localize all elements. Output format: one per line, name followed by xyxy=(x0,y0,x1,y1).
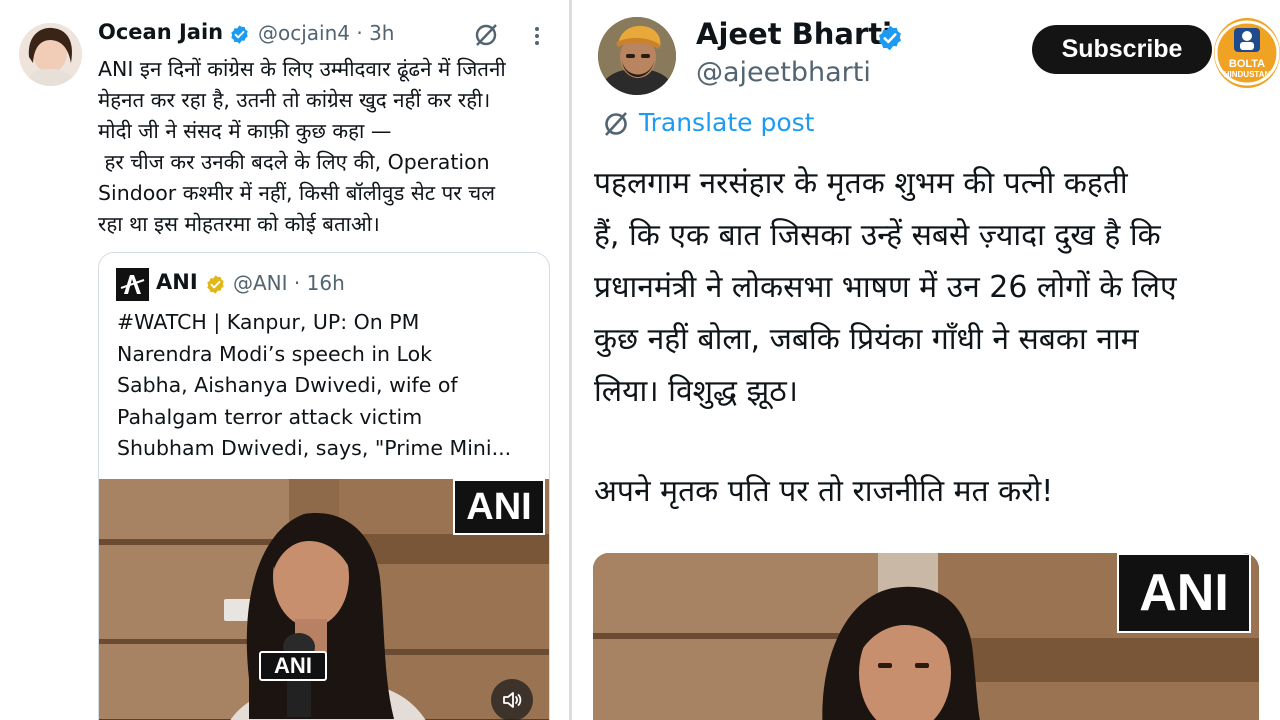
left-author-name[interactable]: Ocean Jain xyxy=(98,20,223,44)
subscribe-button[interactable]: Subscribe xyxy=(1032,25,1212,74)
ani-watermark: ANI xyxy=(1117,553,1251,633)
left-author-handle[interactable]: @ocjain4 · 3h xyxy=(258,21,394,45)
verified-badge-icon xyxy=(879,25,901,51)
quoted-tweet-card[interactable]: ANI @ANI · 16h #WATCH | Kanpur, UP: On P… xyxy=(98,252,550,720)
ani-avatar-icon[interactable] xyxy=(116,268,149,301)
right-tweet-text: पहलगाम नरसंहार के मृतक शुभम की पत्नी कहत… xyxy=(594,158,1274,418)
tweet-text-line: हर चीज कर उनकी बदले के लिए की, Operation xyxy=(98,150,490,174)
tweet-text-line: Sindoor कश्मीर में नहीं, किसी बॉलीवुड से… xyxy=(98,181,496,205)
ocean-jain-avatar[interactable] xyxy=(19,23,82,86)
right-author-handle[interactable]: @ajeetbharti xyxy=(696,57,871,88)
tweet-text-line: ANI इन दिनों कांग्रेस के लिए उम्मीदवार ढ… xyxy=(98,57,506,81)
tweet-text-line: मेहनत कर रहा है, उतनी तो कांग्रेस खुद नह… xyxy=(98,88,491,112)
mute-icon xyxy=(503,692,522,708)
right-author-name[interactable]: Ajeet Bharti xyxy=(696,17,892,51)
left-tweet-text: ANI इन दिनों कांग्रेस के लिए उम्मीदवार ढ… xyxy=(98,54,560,240)
quote-author-handle[interactable]: @ANI · 16h xyxy=(233,271,345,295)
logo-text-line2: HINDUSTAN xyxy=(1223,70,1271,79)
tweet-text-line: लिया। विशुद्ध झूठ। xyxy=(594,374,799,409)
ajeet-bharti-avatar[interactable] xyxy=(598,17,676,95)
more-options-icon[interactable] xyxy=(532,24,542,48)
quote-text-line: Sabha, Aishanya Dwivedi, wife of xyxy=(117,373,458,397)
bolta-hindustan-logo[interactable]: BOLTA HINDUSTAN xyxy=(1214,18,1280,88)
right-video-thumbnail[interactable]: ANI xyxy=(593,553,1259,720)
quote-author-name[interactable]: ANI xyxy=(156,270,198,294)
tweet-text-last-line: अपने मृतक पति पर तो राजनीति मत करो! xyxy=(594,474,1054,509)
right-tweet-panel: Ajeet Bharti @ajeetbharti Subscribe BOLT… xyxy=(572,0,1280,720)
tweet-text-line: रहा था इस मोहतरमा को कोई बताओ। xyxy=(98,212,380,236)
ani-mic-label: ANI xyxy=(259,651,327,681)
translate-icon[interactable] xyxy=(602,110,630,138)
tweet-text-line: कुछ नहीं बोला, जबकि प्रियंका गाँधी ने सब… xyxy=(594,322,1139,357)
verified-badge-icon xyxy=(231,25,248,44)
translate-post-link[interactable]: Translate post xyxy=(639,108,814,137)
ani-watermark: ANI xyxy=(453,479,545,535)
quote-tweet-text: #WATCH | Kanpur, UP: On PM Narendra Modi… xyxy=(117,307,547,465)
tweet-text-line: प्रधानमंत्री ने लोकसभा भाषण में उन 26 लो… xyxy=(594,270,1177,305)
gold-verified-badge-icon xyxy=(207,275,224,294)
quote-video-thumbnail[interactable]: ANI ANI xyxy=(99,479,549,720)
quote-text-line: Narendra Modi’s speech in Lok xyxy=(117,341,433,366)
grok-icon[interactable] xyxy=(473,22,499,48)
tweet-text-line: मोदी जी ने संसद में काफ़ी कुछ कहा — xyxy=(98,119,392,143)
tweet-text-line: पहलगाम नरसंहार के मृतक शुभम की पत्नी कहत… xyxy=(594,166,1128,201)
tweet-text-line: हैं, कि एक बात जिसका उन्हें सबसे ज़्यादा… xyxy=(594,218,1161,253)
mute-button[interactable] xyxy=(491,679,533,720)
quote-text-line: Shubham Dwivedi, says, "Prime Mini... xyxy=(117,436,512,460)
left-tweet-panel: Ocean Jain @ocjain4 · 3h ANI इन दिनों का… xyxy=(0,0,569,720)
quote-text-line: #WATCH | Kanpur, UP: On PM xyxy=(117,310,420,334)
logo-text-line1: BOLTA xyxy=(1228,58,1266,70)
quote-text-line: Pahalgam terror attack victim xyxy=(117,404,423,429)
